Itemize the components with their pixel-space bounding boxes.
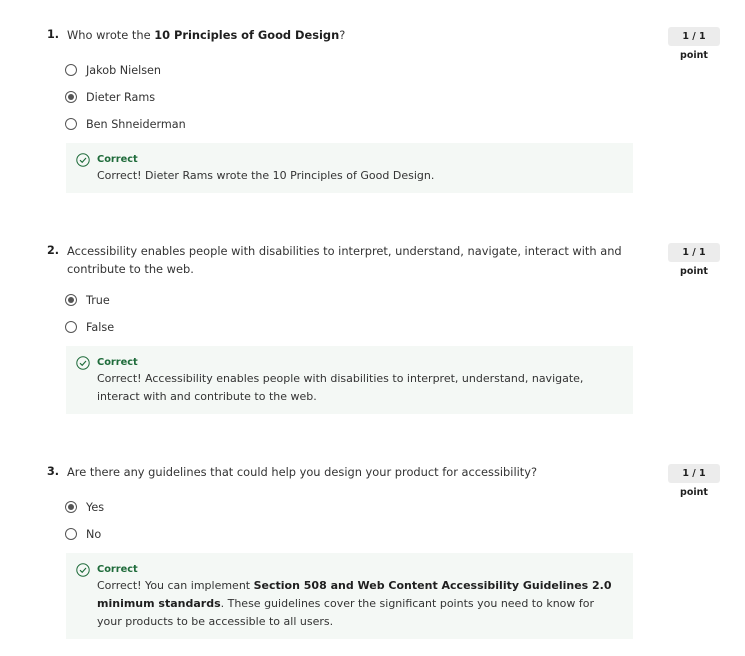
feedback-title: Correct <box>97 564 138 575</box>
option-label: No <box>86 527 102 541</box>
feedback-box: Correct Correct! Dieter Rams wrote the 1… <box>66 143 633 193</box>
question-text: Are there any guidelines that could help… <box>67 465 538 479</box>
question-number: 2. <box>47 244 60 257</box>
option-dieter-rams[interactable]: Dieter Rams <box>65 88 155 106</box>
option-label: Yes <box>86 500 105 514</box>
radio-unselected[interactable] <box>65 528 77 540</box>
points-badge: 1 / 1 point <box>668 464 720 498</box>
option-ben-shneiderman[interactable]: Ben Shneiderman <box>65 115 186 133</box>
radio-unselected[interactable] <box>65 118 77 130</box>
feedback-text: Correct! Dieter Rams wrote the 10 Princi… <box>97 169 435 182</box>
question-text: Accessibility enables people with disabi… <box>67 244 622 276</box>
question-number: 1. <box>47 28 60 41</box>
radio-unselected[interactable] <box>65 321 77 333</box>
feedback-box: Correct Correct! Accessibility enables p… <box>66 346 633 414</box>
check-circle-icon <box>76 153 90 167</box>
option-true[interactable]: True <box>65 291 110 309</box>
question-number: 3. <box>47 465 60 478</box>
question-text: Who wrote the 10 Principles of Good Desi… <box>67 26 627 44</box>
option-yes[interactable]: Yes <box>65 498 104 516</box>
feedback-box: Correct Correct! You can implement Secti… <box>66 553 633 639</box>
points-badge: 1 / 1 point <box>668 27 720 61</box>
points-badge: 1 / 1 point <box>668 243 720 277</box>
option-false[interactable]: False <box>65 318 114 336</box>
option-label: Jakob Nielsen <box>86 63 162 77</box>
option-label: False <box>86 320 115 334</box>
question-text-suffix: ? <box>339 28 346 42</box>
radio-selected[interactable] <box>65 294 77 306</box>
question-text-prefix: Who wrote the <box>67 28 155 42</box>
feedback-title: Correct <box>97 154 138 165</box>
option-label: Ben Shneiderman <box>86 117 186 131</box>
option-label: True <box>86 293 110 307</box>
option-no[interactable]: No <box>65 525 101 543</box>
feedback-title: Correct <box>97 357 138 368</box>
radio-selected[interactable] <box>65 91 77 103</box>
feedback-text-prefix: Correct! You can implement <box>97 579 254 592</box>
question-text-bold: 10 Principles of Good Design <box>154 28 340 42</box>
radio-unselected[interactable] <box>65 64 77 76</box>
feedback-text: Correct! Accessibility enables people wi… <box>97 372 584 403</box>
option-jakob-nielsen[interactable]: Jakob Nielsen <box>65 61 161 79</box>
option-label: Dieter Rams <box>86 90 156 104</box>
feedback-text: Correct! You can implement Section 508 a… <box>97 577 621 631</box>
check-circle-icon <box>76 356 90 370</box>
check-circle-icon <box>76 563 90 577</box>
radio-selected[interactable] <box>65 501 77 513</box>
